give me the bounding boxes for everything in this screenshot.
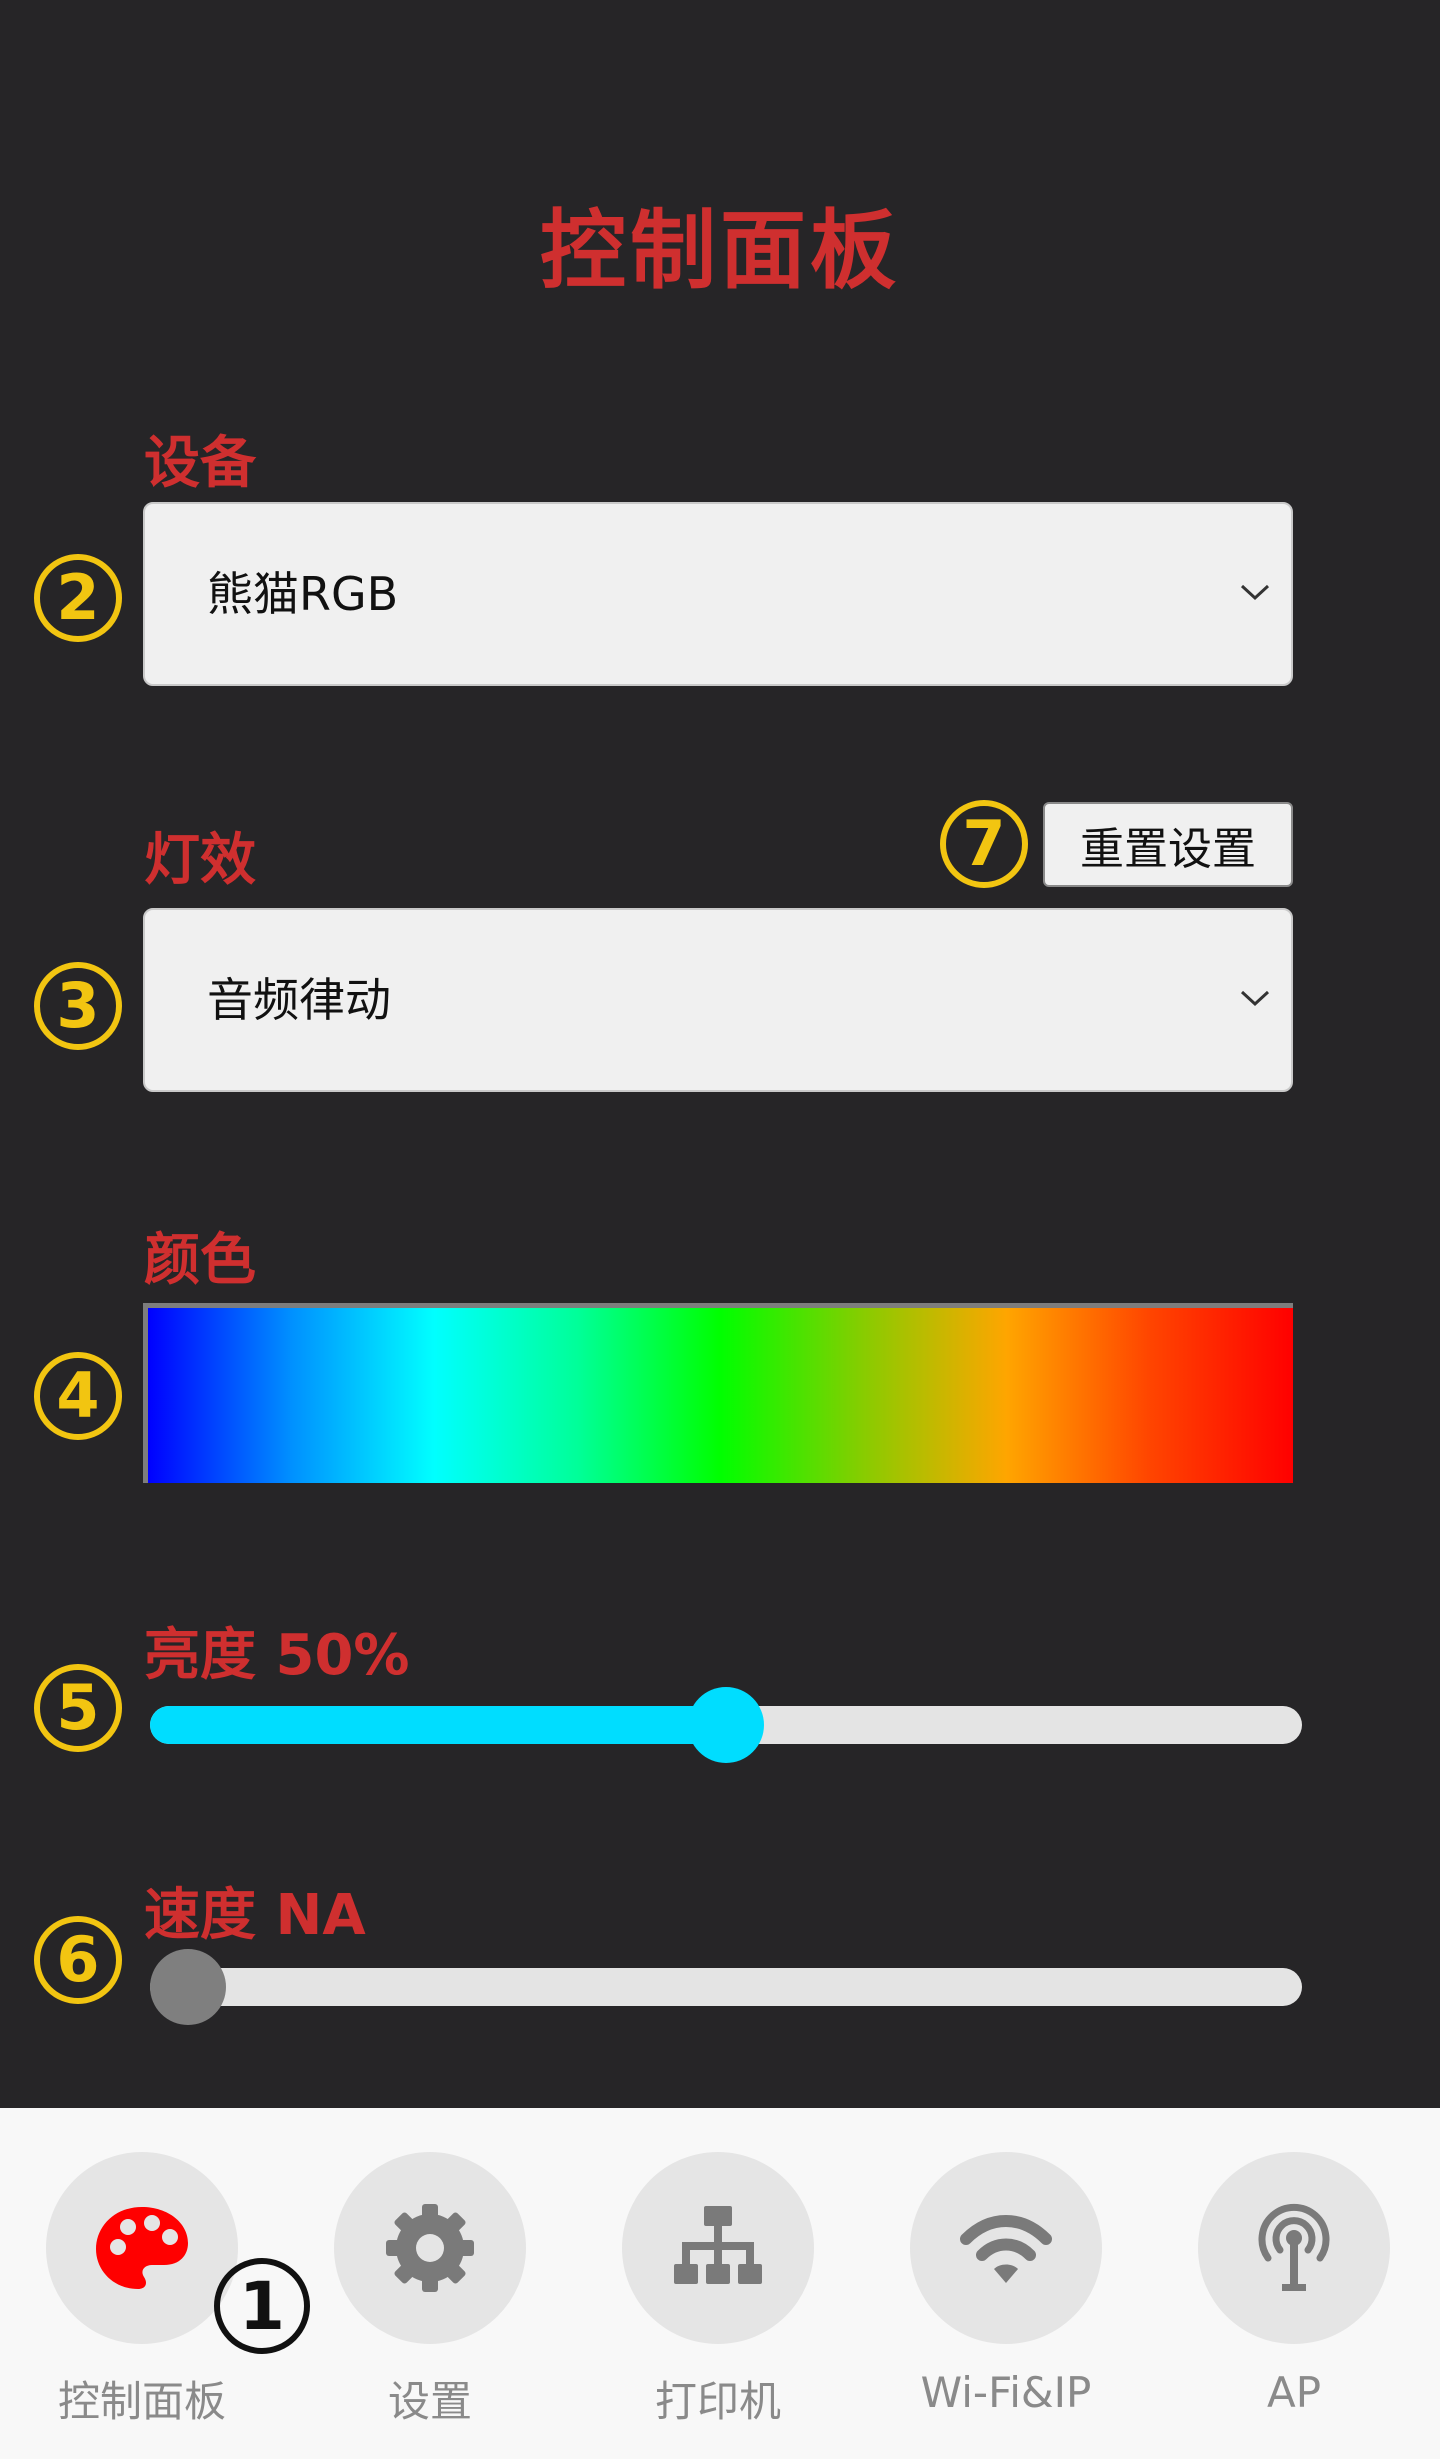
annotation-marker-6: 6 [34, 1916, 122, 2004]
nav-printer-circle [622, 2152, 814, 2344]
nav-wifi-circle [910, 2152, 1102, 2344]
speed-slider[interactable] [150, 1949, 1302, 2025]
chevron-down-icon [1240, 990, 1270, 1007]
nav-wifi-label: Wi-Fi&IP [920, 2368, 1092, 2417]
nav-settings-label: 设置 [387, 2377, 472, 2426]
page-title: 控制面板 [540, 201, 900, 301]
nav-settings-circle [334, 2152, 526, 2344]
annotation-marker-1: 1 [214, 2258, 310, 2354]
nav-ap[interactable]: AP [1194, 2152, 1394, 2442]
palette-icon [96, 2207, 188, 2289]
color-picker-bar[interactable] [143, 1303, 1293, 1483]
nav-control-panel-circle [46, 2152, 238, 2344]
reset-settings-button[interactable]: 重置设置 [1043, 802, 1293, 887]
nav-ap-circle [1198, 2152, 1390, 2344]
effect-select[interactable]: 音频律动 [143, 908, 1293, 1092]
nav-printer-label: 打印机 [654, 2377, 781, 2426]
device-select[interactable]: 熊猫RGB [143, 502, 1293, 686]
antenna-icon [1258, 2203, 1330, 2291]
brightness-slider-fill [150, 1706, 726, 1744]
chevron-down-icon [1240, 584, 1270, 601]
nav-printer[interactable]: 打印机 [618, 2152, 818, 2442]
effect-select-value: 音频律动 [207, 973, 391, 1027]
nav-control-panel-label: 控制面板 [57, 2377, 226, 2426]
nav-ap-label: AP [1266, 2368, 1322, 2417]
network-icon [674, 2206, 762, 2284]
brightness-label: 亮度 50% [144, 1623, 410, 1688]
annotation-marker-5: 5 [34, 1664, 122, 1752]
brightness-slider-thumb[interactable] [688, 1687, 764, 1763]
annotation-marker-2: 2 [34, 554, 122, 642]
effect-label: 灯效 [144, 828, 256, 893]
speed-slider-thumb[interactable] [150, 1949, 226, 2025]
gear-icon [386, 2204, 474, 2292]
wifi-icon [960, 2215, 1052, 2283]
annotation-marker-4: 4 [34, 1352, 122, 1440]
nav-settings[interactable]: 设置 [330, 2152, 530, 2442]
bottom-navigation: 控制面板 设置 打印机 Wi-Fi&IP AP [0, 2108, 1440, 2459]
brightness-slider[interactable] [150, 1687, 1302, 1763]
nav-control-panel[interactable]: 控制面板 [42, 2152, 242, 2442]
device-select-value: 熊猫RGB [207, 567, 399, 621]
speed-label: 速度 NA [144, 1883, 366, 1948]
nav-wifi[interactable]: Wi-Fi&IP [906, 2152, 1106, 2442]
annotation-marker-3: 3 [34, 962, 122, 1050]
color-label: 颜色 [144, 1228, 256, 1293]
device-label: 设备 [144, 431, 256, 496]
annotation-marker-7: 7 [940, 800, 1028, 888]
